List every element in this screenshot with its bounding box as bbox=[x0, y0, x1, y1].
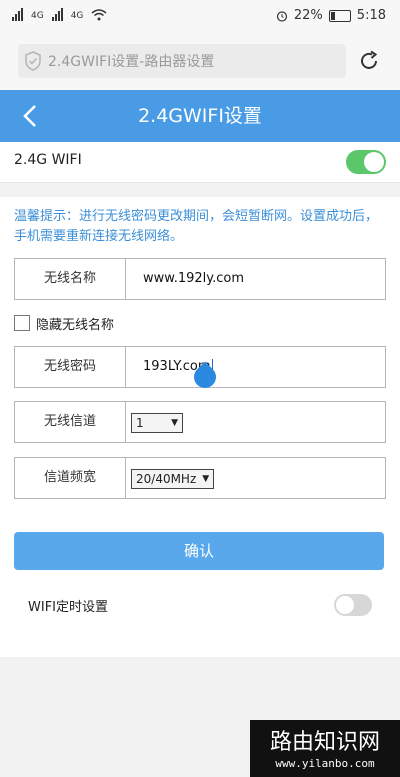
password-label: 无线密码 bbox=[15, 347, 126, 387]
bandwidth-label: 信道频宽 bbox=[15, 458, 126, 498]
wifi-timer-switch[interactable] bbox=[334, 594, 372, 616]
browser-address-bar: 2.4GWIFI设置-路由器设置 bbox=[0, 36, 400, 90]
network-type-1: 4G bbox=[31, 11, 44, 21]
ssid-label: 无线名称 bbox=[15, 259, 126, 299]
url-text: 2.4GWIFI设置-路由器设置 bbox=[48, 54, 215, 70]
hide-ssid-label: 隐藏无线名称 bbox=[36, 317, 115, 333]
ssid-input[interactable]: www.192ly.com bbox=[143, 259, 244, 299]
confirm-button[interactable]: 确认 bbox=[14, 532, 384, 570]
wifi-timer-row: WIFI定时设置 bbox=[0, 582, 400, 628]
bandwidth-value: 20/40MHz bbox=[136, 472, 197, 486]
clock: 5:18 bbox=[356, 8, 386, 23]
ssid-field: 无线名称 www.192ly.com bbox=[14, 258, 386, 300]
wifi-label: 2.4G WIFI bbox=[14, 152, 82, 168]
watermark-url: www.yilanbo.com bbox=[275, 757, 375, 770]
battery-icon bbox=[328, 9, 351, 22]
page-title: 2.4GWIFI设置 bbox=[138, 105, 262, 127]
back-arrow-icon[interactable] bbox=[20, 104, 42, 128]
status-bar: 4G 4G 22% 5:18 bbox=[0, 0, 400, 36]
wifi-toggle-row: 2.4G WIFI bbox=[0, 142, 400, 183]
signal-icon bbox=[12, 7, 23, 21]
battery-percent: 22% bbox=[293, 8, 323, 23]
wifi-icon bbox=[91, 9, 107, 21]
alarm-icon bbox=[276, 10, 287, 22]
wifi-timer-label: WIFI定时设置 bbox=[28, 600, 108, 615]
wifi-toggle-switch[interactable] bbox=[346, 150, 386, 174]
channel-label: 无线信道 bbox=[15, 402, 126, 442]
shield-icon bbox=[18, 51, 48, 71]
reload-icon[interactable] bbox=[358, 50, 380, 72]
watermark-title: 路由知识网 bbox=[269, 730, 380, 755]
url-field[interactable]: 2.4GWIFI设置-路由器设置 bbox=[18, 44, 346, 78]
signal-area: 4G 4G bbox=[12, 7, 107, 21]
watermark-logo: 路由知识网 www.yilanbo.com bbox=[250, 720, 400, 777]
dropdown-arrow-icon: ▼ bbox=[171, 418, 178, 428]
hide-ssid-row: 隐藏无线名称 bbox=[14, 314, 115, 333]
dropdown-arrow-icon: ▼ bbox=[202, 474, 210, 484]
bandwidth-field: 信道频宽 20/40MHz ▼ bbox=[14, 457, 386, 499]
hide-ssid-checkbox[interactable] bbox=[14, 315, 30, 331]
page-header: 2.4GWIFI设置 bbox=[0, 90, 400, 142]
channel-select[interactable]: 1 ▼ bbox=[131, 413, 183, 433]
network-type-2: 4G bbox=[70, 11, 84, 21]
bandwidth-select[interactable]: 20/40MHz ▼ bbox=[131, 469, 215, 489]
channel-field: 无线信道 1 ▼ bbox=[14, 401, 386, 443]
warning-tip: 温馨提示：进行无线密码更改期间，会短暂断网。设置成功后，手机需要重新连接无线网络… bbox=[14, 209, 379, 244]
signal-icon-2 bbox=[51, 7, 63, 21]
status-right: 22% 5:18 bbox=[276, 8, 386, 23]
channel-value: 1 bbox=[136, 416, 144, 430]
